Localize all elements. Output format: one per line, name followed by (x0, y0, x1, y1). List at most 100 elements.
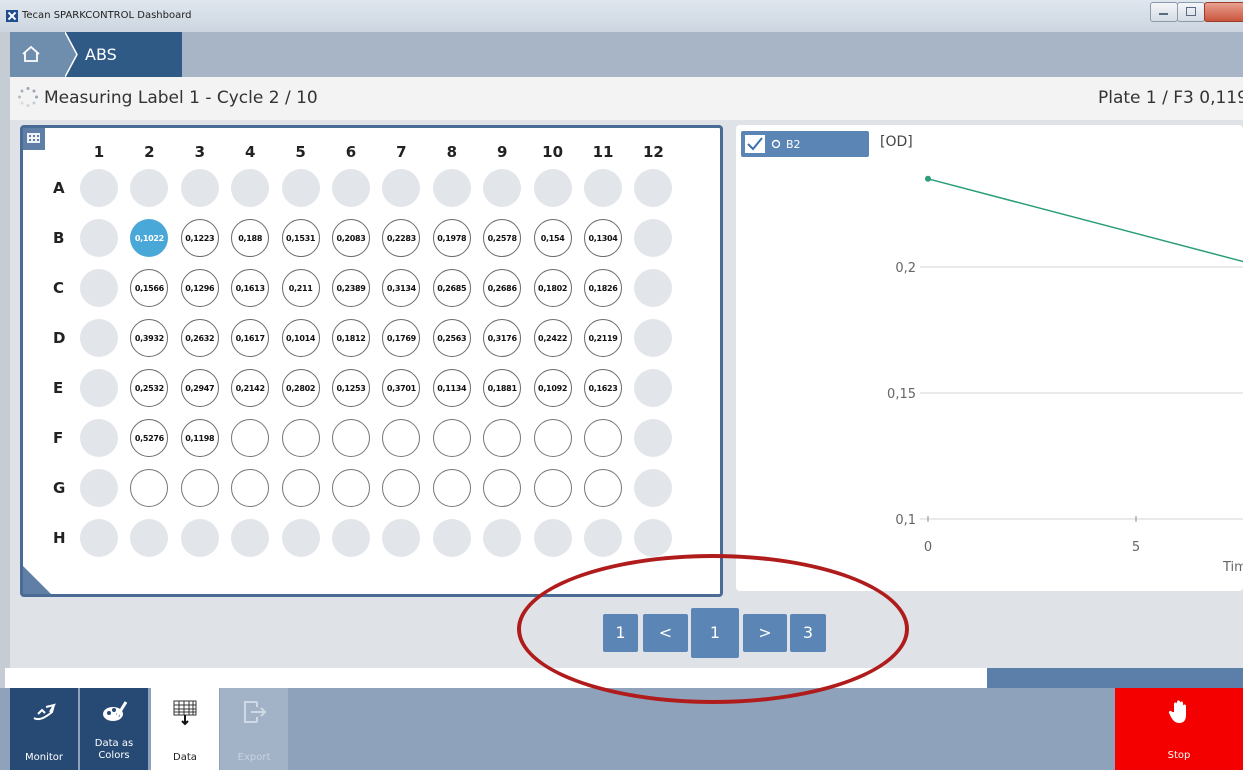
well-F6[interactable] (332, 419, 370, 457)
well-C11[interactable]: 0,1826 (584, 269, 622, 307)
well-B11[interactable]: 0,1304 (584, 219, 622, 257)
row-header[interactable]: D (53, 329, 73, 347)
well-G2[interactable] (130, 469, 169, 507)
well-E3[interactable]: 0,2947 (180, 369, 219, 407)
well-G11[interactable] (584, 469, 622, 507)
well-D7[interactable]: 0,1769 (382, 319, 421, 357)
legend-b2[interactable]: B2 (741, 131, 869, 157)
page-prev-button[interactable]: < (643, 614, 688, 652)
well-B6[interactable]: 0,2083 (332, 219, 370, 257)
page-last-button[interactable]: 3 (790, 614, 826, 652)
well-B7[interactable]: 0,2283 (382, 219, 421, 257)
page-first-button[interactable]: 1 (603, 614, 638, 652)
well-F7[interactable] (382, 419, 421, 457)
well-C5[interactable]: 0,211 (281, 269, 320, 307)
page-next-button[interactable]: > (743, 614, 787, 652)
well-F4[interactable] (231, 419, 270, 457)
well-G7[interactable] (382, 469, 421, 507)
well-C8[interactable]: 0,2685 (432, 269, 471, 307)
minimize-button[interactable] (1150, 2, 1178, 22)
well-B9[interactable]: 0,2578 (483, 219, 522, 257)
column-header[interactable]: 8 (429, 143, 475, 161)
plate-grid-icon[interactable] (23, 128, 45, 150)
well-B5[interactable]: 0,1531 (281, 219, 320, 257)
column-header[interactable]: 10 (530, 143, 576, 161)
well-D8[interactable]: 0,2563 (432, 319, 471, 357)
well-D2[interactable]: 0,3932 (130, 319, 169, 357)
well-E6[interactable]: 0,1253 (332, 369, 370, 407)
maximize-button[interactable] (1177, 2, 1205, 22)
well-F8[interactable] (432, 419, 471, 457)
column-header[interactable]: 6 (328, 143, 374, 161)
well-F3[interactable]: 0,1198 (180, 419, 219, 457)
well-A10 (533, 169, 572, 207)
row-header[interactable]: E (53, 379, 73, 397)
well-E7[interactable]: 0,3701 (382, 369, 421, 407)
breadcrumb-abs[interactable]: ABS (65, 32, 182, 77)
well-E4[interactable]: 0,2142 (231, 369, 270, 407)
well-D4[interactable]: 0,1617 (231, 319, 270, 357)
well-C9[interactable]: 0,2686 (483, 269, 522, 307)
column-header[interactable]: 9 (479, 143, 525, 161)
well-F2[interactable]: 0,5276 (130, 419, 169, 457)
row-header[interactable]: C (53, 279, 73, 297)
well-D5[interactable]: 0,1014 (281, 319, 320, 357)
column-header[interactable]: 11 (580, 143, 626, 161)
data-button[interactable]: Data (151, 688, 219, 770)
monitor-button[interactable]: Monitor (10, 688, 78, 770)
well-F5[interactable] (281, 419, 320, 457)
well-G4[interactable] (231, 469, 270, 507)
column-header[interactable]: 12 (630, 143, 676, 161)
column-header[interactable]: 3 (177, 143, 223, 161)
well-C3[interactable]: 0,1296 (180, 269, 219, 307)
well-B3[interactable]: 0,1223 (180, 219, 219, 257)
row-header[interactable]: B (53, 229, 73, 247)
well-E11[interactable]: 0,1623 (584, 369, 622, 407)
well-G8[interactable] (432, 469, 471, 507)
column-header[interactable]: 2 (126, 143, 172, 161)
well-B8[interactable]: 0,1978 (432, 219, 471, 257)
well-F10[interactable] (533, 419, 572, 457)
well-C4[interactable]: 0,1613 (231, 269, 270, 307)
well-C7[interactable]: 0,3134 (382, 269, 421, 307)
well-E10[interactable]: 0,1092 (533, 369, 572, 407)
data-as-colors-button[interactable]: Data as Colors (80, 688, 148, 770)
well-G3[interactable] (180, 469, 219, 507)
well-E5[interactable]: 0,2802 (281, 369, 320, 407)
home-button[interactable] (10, 32, 65, 77)
well-G9[interactable] (483, 469, 522, 507)
well-E2[interactable]: 0,2532 (130, 369, 169, 407)
well-D6[interactable]: 0,1812 (332, 319, 370, 357)
well-C10[interactable]: 0,1802 (533, 269, 572, 307)
well-D9[interactable]: 0,3176 (483, 319, 522, 357)
well-D10[interactable]: 0,2422 (533, 319, 572, 357)
row-header[interactable]: A (53, 179, 73, 197)
well-F9[interactable] (483, 419, 522, 457)
well-D1 (80, 319, 118, 357)
well-G10[interactable] (533, 469, 572, 507)
well-G12 (634, 469, 673, 507)
column-header[interactable]: 7 (378, 143, 424, 161)
well-D3[interactable]: 0,2632 (180, 319, 219, 357)
well-A6 (332, 169, 370, 207)
well-B10[interactable]: 0,154 (533, 219, 572, 257)
stop-button[interactable]: Stop (1115, 688, 1243, 770)
well-C2[interactable]: 0,1566 (130, 269, 169, 307)
row-header[interactable]: F (53, 429, 73, 447)
well-C6[interactable]: 0,2389 (332, 269, 370, 307)
well-E9[interactable]: 0,1881 (483, 369, 522, 407)
row-header[interactable]: H (53, 529, 73, 547)
well-B1 (80, 219, 118, 257)
column-header[interactable]: 1 (76, 143, 122, 161)
well-B4[interactable]: 0,188 (231, 219, 270, 257)
well-E8[interactable]: 0,1134 (432, 369, 471, 407)
column-header[interactable]: 5 (278, 143, 324, 161)
well-F11[interactable] (584, 419, 622, 457)
well-G5[interactable] (281, 469, 320, 507)
close-button[interactable] (1204, 2, 1243, 22)
well-G6[interactable] (332, 469, 370, 507)
well-B2[interactable]: 0,1022 (130, 219, 169, 257)
column-header[interactable]: 4 (227, 143, 273, 161)
well-D11[interactable]: 0,2119 (584, 319, 622, 357)
row-header[interactable]: G (53, 479, 73, 497)
